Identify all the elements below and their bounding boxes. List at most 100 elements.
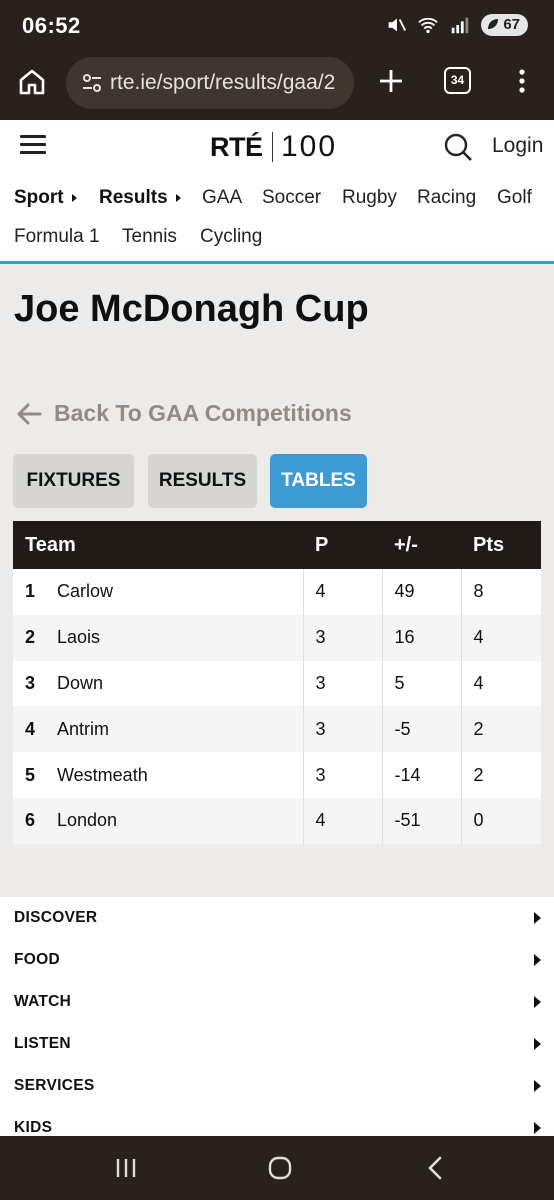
more-menu-icon[interactable]	[512, 66, 532, 96]
footer-menu: DISCOVER FOOD WATCH LISTEN SERVICES KIDS	[0, 897, 554, 1137]
diff-cell: -51	[381, 797, 461, 844]
header-points[interactable]: Pts	[461, 521, 541, 569]
nav-label: Results	[99, 187, 168, 208]
played-cell: 4	[302, 797, 382, 844]
hamburger-menu-icon[interactable]	[20, 135, 46, 157]
url-text[interactable]: rte.ie/sport/results/gaa/2	[110, 71, 335, 95]
footer-item-food[interactable]: FOOD	[0, 939, 554, 981]
caret-right-icon	[534, 1122, 541, 1134]
nav-item-racing[interactable]: Racing	[417, 187, 476, 209]
footer-label: KIDS	[14, 1119, 53, 1136]
new-tab-icon[interactable]	[376, 66, 406, 96]
nav-item-results[interactable]: Results	[99, 187, 181, 209]
team-cell: 1 Carlow	[13, 569, 303, 615]
tab-results[interactable]: RESULTS	[148, 454, 257, 508]
mute-icon	[388, 18, 407, 32]
team-name: Laois	[57, 627, 101, 648]
caret-right-icon	[534, 1038, 541, 1050]
page-title: Joe McDonagh Cup	[14, 288, 369, 330]
status-bar: 06:52 67	[0, 0, 554, 52]
back-nav-icon[interactable]	[422, 1154, 450, 1182]
caret-right-icon	[534, 912, 541, 924]
nav-label: Sport	[14, 187, 64, 208]
diff-cell: 5	[381, 660, 461, 707]
table-row: 5 Westmeath 3 -14 2	[13, 752, 541, 798]
footer-label: WATCH	[14, 993, 72, 1010]
team-name: Carlow	[57, 581, 114, 602]
browser-toolbar: rte.ie/sport/results/gaa/2 34	[0, 52, 554, 120]
site-header: RTÉ 100 Login	[0, 120, 554, 174]
team-cell: 4 Antrim	[13, 706, 303, 753]
logo-main: RTÉ	[210, 131, 263, 162]
diff-cell: 49	[381, 569, 461, 615]
points-cell: 8	[460, 569, 541, 615]
points-cell: 4	[460, 660, 541, 707]
points-cell: 2	[460, 752, 541, 798]
header-score-difference[interactable]: +/-	[382, 521, 461, 569]
logo-divider	[271, 132, 273, 162]
footer-label: SERVICES	[14, 1077, 95, 1094]
table-row: 6 London 4 -51 0	[13, 797, 541, 844]
footer-label: DISCOVER	[14, 909, 98, 926]
nav-item-soccer[interactable]: Soccer	[262, 187, 321, 209]
search-icon[interactable]	[443, 132, 473, 162]
signal-icon	[452, 17, 469, 34]
nav-item-sport[interactable]: Sport	[14, 187, 77, 209]
caret-right-icon	[175, 193, 181, 202]
header-played[interactable]: P	[303, 521, 382, 569]
team-cell: 6 London	[13, 797, 303, 844]
home-icon[interactable]	[16, 66, 48, 98]
address-bar[interactable]: rte.ie/sport/results/gaa/2	[66, 57, 354, 109]
login-link[interactable]: Login	[492, 134, 543, 158]
recent-apps-icon[interactable]	[112, 1154, 140, 1182]
team-cell: 3 Down	[13, 660, 303, 707]
back-to-competitions-link[interactable]: Back To GAA Competitions	[16, 400, 352, 427]
status-time: 06:52	[22, 13, 81, 38]
home-nav-icon[interactable]	[266, 1154, 294, 1182]
table-row: 4 Antrim 3 -5 2	[13, 706, 541, 753]
footer-item-watch[interactable]: WATCH	[0, 981, 554, 1023]
footer-item-listen[interactable]: LISTEN	[0, 1023, 554, 1065]
header-team[interactable]: Team	[13, 521, 303, 569]
nav-item-cycling[interactable]: Cycling	[200, 226, 262, 248]
site-settings-icon[interactable]	[80, 71, 104, 95]
team-cell: 2 Laois	[13, 614, 303, 661]
footer-label: LISTEN	[14, 1035, 71, 1052]
team-name: Antrim	[57, 718, 110, 739]
nav-item-formula-1[interactable]: Formula 1	[14, 226, 100, 248]
points-cell: 4	[460, 614, 541, 661]
played-cell: 3	[302, 752, 382, 798]
caret-right-icon	[534, 954, 541, 966]
played-cell: 3	[302, 614, 382, 661]
diff-cell: -14	[381, 752, 461, 798]
tab-tables[interactable]: TABLES	[270, 454, 367, 508]
caret-right-icon	[71, 193, 77, 202]
team-name: Down	[57, 672, 104, 693]
back-link-label: Back To GAA Competitions	[54, 400, 352, 426]
position: 2	[25, 627, 36, 648]
nav-item-gaa[interactable]: GAA	[202, 187, 242, 209]
position: 4	[25, 718, 36, 739]
rte-logo[interactable]: RTÉ 100	[210, 130, 337, 164]
battery-level: 67	[503, 16, 520, 33]
footer-item-discover[interactable]: DISCOVER	[0, 897, 554, 939]
tab-fixtures[interactable]: FIXTURES	[13, 454, 134, 508]
sport-sub-nav: Sport Results GAA Soccer Rugby Racing Go…	[0, 174, 554, 264]
table-header-row: Team P +/- Pts	[13, 521, 541, 569]
status-icons: 67	[385, 14, 528, 36]
footer-label: FOOD	[14, 951, 60, 968]
team-name: Westmeath	[57, 764, 148, 785]
tab-switcher-button[interactable]: 34	[444, 67, 471, 94]
nav-item-golf[interactable]: Golf	[497, 187, 532, 209]
position: 5	[25, 764, 36, 785]
footer-item-services[interactable]: SERVICES	[0, 1065, 554, 1107]
nav-item-tennis[interactable]: Tennis	[122, 226, 177, 248]
diff-cell: -5	[381, 706, 461, 753]
footer-item-kids[interactable]: KIDS	[0, 1107, 554, 1137]
position: 6	[25, 810, 36, 831]
played-cell: 4	[302, 569, 382, 615]
table-row: 2 Laois 3 16 4	[13, 614, 541, 661]
nav-item-rugby[interactable]: Rugby	[342, 187, 397, 209]
battery-icon: 67	[481, 14, 528, 36]
wifi-icon	[418, 17, 439, 34]
